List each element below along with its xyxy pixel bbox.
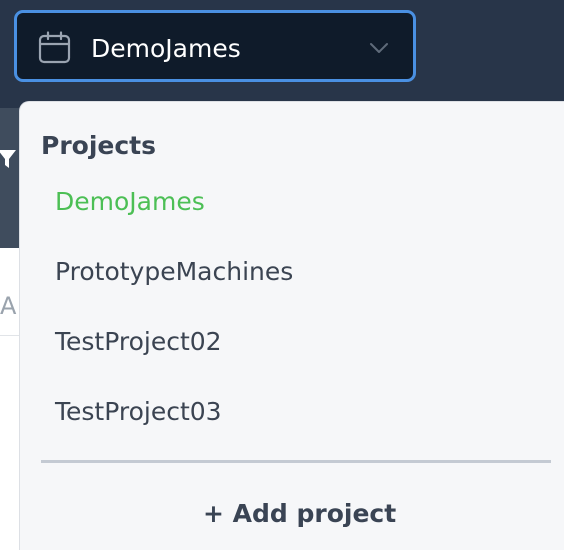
background-toolbar-fragment	[0, 108, 20, 248]
project-item-testproject03[interactable]: TestProject03	[55, 392, 222, 432]
menu-divider	[41, 460, 551, 463]
calendar-icon	[38, 31, 71, 64]
project-item-demojames[interactable]: DemoJames	[55, 182, 205, 222]
project-item-prototypemachines[interactable]: PrototypeMachines	[55, 252, 293, 292]
projects-dropdown-menu: Projects DemoJames PrototypeMachines Tes…	[19, 101, 564, 550]
project-item-testproject02[interactable]: TestProject02	[55, 322, 222, 362]
background-divider	[0, 335, 20, 336]
filter-icon	[0, 150, 16, 168]
top-bar: DemoJames	[0, 0, 564, 108]
chevron-down-icon	[370, 43, 388, 53]
projects-heading: Projects	[41, 131, 157, 160]
background-text-fragment: A	[0, 292, 17, 320]
selected-project-label: DemoJames	[91, 34, 241, 63]
project-select-dropdown[interactable]: DemoJames	[14, 10, 416, 82]
add-project-button[interactable]: + Add project	[203, 493, 396, 535]
